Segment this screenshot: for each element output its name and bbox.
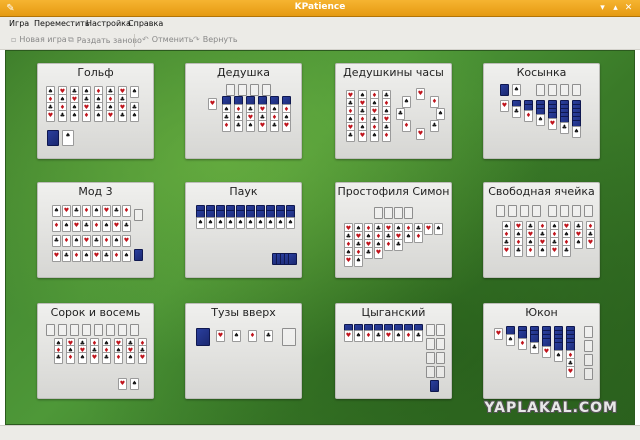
game-title: Простофиля Симон: [337, 185, 450, 198]
game-title: Юкон: [525, 306, 558, 319]
game-title: Гольф: [77, 66, 114, 79]
game-tile-simple-simon[interactable]: Простофиля Симон ♥ ♠ ♦ ♣ ♥ ♠ ♦ ♣ ♥ ♠ ♣ ♥ ♠ ♦ ♣ ♥ ♠ ♦ ♦ ♣ ♥…: [335, 182, 452, 278]
undo-icon: ↶: [142, 35, 149, 44]
redo-label: Вернуть: [202, 35, 238, 44]
menu-game[interactable]: Игра: [9, 19, 29, 28]
game-tile-yukon[interactable]: Юкон ♥ ♠ ♦ ♣ ♥ ♠ ♦ ♣ ♥: [483, 303, 600, 399]
window-titlebar: ✎ KPatience ▾ ▴ ✕: [0, 0, 640, 17]
game-title: Паук: [229, 185, 258, 198]
game-tile-gypsy[interactable]: Цыганский ♥ ♠ ♦ ♣ ♥ ♠ ♦ ♣: [335, 303, 452, 399]
new-game-icon: ▫: [11, 35, 17, 44]
game-tile-golf[interactable]: Гольф ♠ ♥ ♣ ♠ ♦ ♣ ♥ ♠ ♦ ♠ ♥ ♣ ♠ ♦ ♣ ♣ ♦ ♠ ♥ ♣ ♠ ♥ ♣ ♥ ♣ ♠ ♦ ♠ ♥ ♣ ♠…: [37, 63, 154, 159]
game-tile-forty-and-eight[interactable]: Сорок и восемь ♠ ♥ ♣ ♦ ♠ ♥ ♣ ♦ ♦ ♠ ♥ ♣ ♦ ♠ ♥ ♣ ♣ ♦ ♠ ♥ ♣ ♦ ♠…: [37, 303, 154, 399]
toolbar-separator: [134, 34, 135, 47]
game-tile-aces-up[interactable]: Тузы вверх ♥ ♠ ♦ ♣: [185, 303, 302, 399]
restart-label: Раздать заново: [76, 35, 142, 45]
minimize-icon[interactable]: ▾: [597, 3, 608, 14]
game-tile-spider[interactable]: Паук ♠ ♠ ♠ ♠ ♠ ♠ ♠ ♠ ♠ ♠: [185, 182, 302, 278]
game-tile-freecell[interactable]: Свободная ячейка ♠ ♥ ♣ ♦ ♠ ♥ ♣ ♦ ♦ ♠ ♥ ♣ ♦ ♠ ♥ ♣ ♣ ♦ ♠ ♥ ♣…: [483, 182, 600, 278]
game-title: Тузы вверх: [211, 306, 276, 319]
redo-icon: ↷: [193, 35, 200, 44]
game-tile-grandfathers-clock[interactable]: Дедушкины часы ♥ ♠ ♦ ♣ ♣ ♥ ♠ ♦ ♦ ♣ ♥ ♠ ♠ ♦ ♣ ♥ ♥ ♠ ♦ ♣ …: [335, 63, 452, 159]
game-title: Дедушкины часы: [343, 66, 444, 79]
game-title: Цыганский: [361, 306, 426, 319]
restart-button[interactable]: ⧉ Раздать заново: [68, 35, 142, 45]
menu-move[interactable]: Переместить: [34, 19, 90, 28]
menu-help[interactable]: Справка: [128, 19, 163, 28]
menu-settings[interactable]: Настройка: [86, 19, 131, 28]
new-game-label: Новая игра: [19, 35, 67, 44]
new-game-button[interactable]: ▫ Новая игра: [11, 35, 67, 44]
undo-label: Отменить: [151, 35, 194, 44]
maximize-icon[interactable]: ▴: [610, 3, 621, 14]
menubar: Игра Переместить Настройка Справка: [0, 17, 640, 31]
game-title: Дедушка: [217, 66, 270, 79]
game-tile-klondike[interactable]: Косынка ♠ ♥ ♣ ♦ ♠ ♥ ♣ ♠: [483, 63, 600, 159]
window-title: KPatience: [294, 2, 346, 12]
close-icon[interactable]: ✕: [623, 3, 634, 14]
redo-button[interactable]: ↷ Вернуть: [193, 35, 238, 44]
game-title: Свободная ячейка: [488, 185, 595, 198]
game-title: Мод 3: [78, 185, 113, 198]
toolbar: ▫ Новая игра ⧉ Раздать заново ↶ Отменить…: [0, 31, 640, 50]
status-bar: [0, 425, 640, 440]
undo-button[interactable]: ↶ Отменить: [142, 35, 193, 44]
restart-icon: ⧉: [68, 35, 74, 44]
game-tile-mod3[interactable]: Мод 3 ♠ ♥ ♣ ♦ ♠ ♥ ♣ ♦ ♦ ♠ ♥ ♣ ♦ ♠ ♥ ♣ ♣ ♦ ♠ ♥ ♣ ♦ ♠ ♥ ♥ ♣ ♦ ♠ ♥ ♣ ♦…: [37, 182, 154, 278]
game-title: Косынка: [516, 66, 567, 79]
game-title: Сорок и восемь: [50, 306, 141, 319]
game-tile-grandfather[interactable]: Дедушка ♥ ♠ ♦ ♣ ♥ ♠ ♦ ♣ ♠ ♥ ♣ ♦ ♠ ♦ ♣ ♠ ♥ ♣ ♥: [185, 63, 302, 159]
watermark-logo: YAPLAKAL.COM: [484, 400, 618, 416]
